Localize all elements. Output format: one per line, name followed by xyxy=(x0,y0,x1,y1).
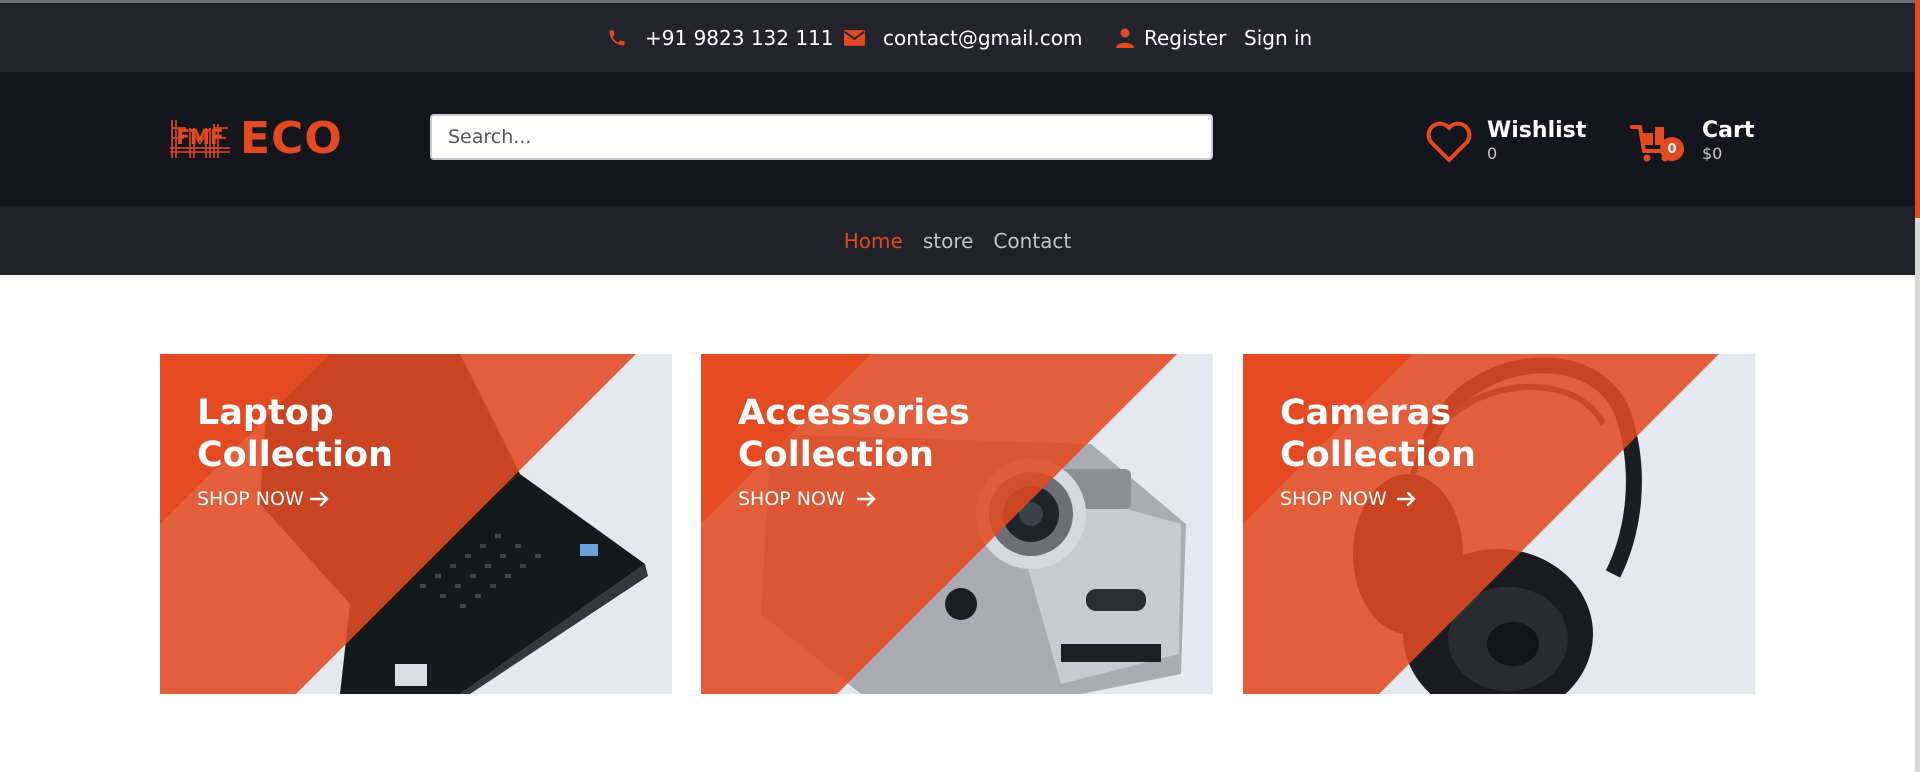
shop-now-label: SHOP NOW xyxy=(738,488,845,510)
shop-now-label: SHOP NOW xyxy=(1280,488,1387,510)
cart-icon: 0 xyxy=(1630,121,1684,163)
arrow-right-icon xyxy=(1396,491,1416,507)
phone-icon xyxy=(607,28,627,48)
collection-title-line2: Collection xyxy=(738,435,934,475)
collection-title-line1: Laptop xyxy=(197,393,334,433)
email-address: contact@gmail.com xyxy=(883,25,1083,50)
phone-number: +91 9823 132 111 xyxy=(645,25,834,50)
logo-mark-text: FMF xyxy=(176,125,223,149)
collection-card-laptop[interactable]: Laptop Collection SHOP NOW xyxy=(160,354,672,694)
main-header: FMF ECO Wishlist 0 0 xyxy=(0,72,1915,206)
envelope-icon xyxy=(844,29,865,46)
site-logo[interactable]: FMF ECO xyxy=(170,107,343,169)
collection-title: Laptop Collection xyxy=(197,392,393,476)
signin-link[interactable]: Sign in xyxy=(1244,3,1312,72)
collection-title-line2: Collection xyxy=(1280,435,1476,475)
shop-now-link[interactable]: SHOP NOW xyxy=(738,488,877,510)
collection-card-cameras[interactable]: Cameras Collection SHOP NOW xyxy=(1243,354,1755,694)
nav-home[interactable]: Home xyxy=(844,229,903,253)
nav-contact[interactable]: Contact xyxy=(993,229,1071,253)
cart-badge: 0 xyxy=(1660,137,1684,161)
page-scrollbar[interactable] xyxy=(1915,0,1920,772)
collection-title-line2: Collection xyxy=(197,435,393,475)
arrow-right-icon xyxy=(309,491,329,507)
register-link[interactable]: Register xyxy=(1116,3,1226,72)
nav-store[interactable]: store xyxy=(923,229,974,253)
heart-icon xyxy=(1426,121,1472,162)
collection-title: Cameras Collection xyxy=(1280,392,1476,476)
main-nav: Home store Contact xyxy=(0,206,1915,275)
arrow-right-icon xyxy=(856,491,876,507)
cart-link[interactable]: 0 Cart $0 xyxy=(1630,112,1754,172)
top-bar: +91 9823 132 111 contact@gmail.com Regis… xyxy=(0,3,1915,72)
search-input[interactable] xyxy=(430,114,1213,160)
logo-mark-icon: FMF xyxy=(170,120,230,158)
shop-now-link[interactable]: SHOP NOW xyxy=(197,488,330,510)
signin-label: Sign in xyxy=(1244,25,1313,50)
phone-link[interactable]: +91 9823 132 111 xyxy=(607,3,834,72)
wishlist-count: 0 xyxy=(1487,144,1498,163)
shop-now-label: SHOP NOW xyxy=(197,488,304,510)
logo-text: ECO xyxy=(240,112,343,164)
cart-total: $0 xyxy=(1702,144,1723,163)
email-link[interactable]: contact@gmail.com xyxy=(844,3,1082,72)
collection-card-accessories[interactable]: Accessories Collection SHOP NOW xyxy=(701,354,1213,694)
wishlist-link[interactable]: Wishlist 0 xyxy=(1425,112,1586,172)
register-label: Register xyxy=(1144,25,1227,50)
wishlist-label: Wishlist xyxy=(1487,118,1587,143)
collection-title-line1: Cameras xyxy=(1280,393,1452,433)
scrollbar-thumb[interactable] xyxy=(1915,0,1920,218)
shop-now-link[interactable]: SHOP NOW xyxy=(1280,488,1417,510)
cart-label: Cart xyxy=(1702,118,1755,143)
collection-title-line1: Accessories xyxy=(738,393,970,433)
user-icon xyxy=(1116,28,1134,48)
collection-title: Accessories Collection xyxy=(738,392,970,476)
